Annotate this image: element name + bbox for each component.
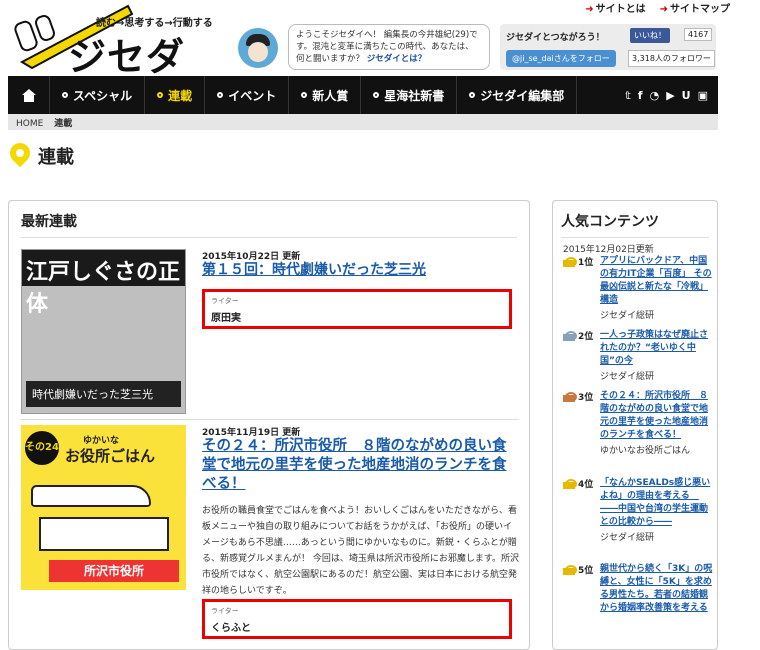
page-title-row: 連載 xyxy=(10,143,74,169)
latest-series-panel: 最新連載 江戸しぐさの正体 時代劇嫌いだった芝三光 2015年10月22日 更新… xyxy=(8,200,530,650)
nav-special[interactable]: スペシャル xyxy=(50,76,146,114)
nav-home[interactable] xyxy=(8,76,50,114)
site-logo[interactable]: 読む→思考する→行動する ジセダイ xyxy=(8,2,213,134)
editor-avatar xyxy=(238,28,278,68)
latest-series-heading: 最新連載 xyxy=(21,214,77,230)
ranking-title-link[interactable]: 「なんかSEALDs感じ悪いよね」の理由を考える ――中国や台湾の学生運動との比… xyxy=(600,477,713,529)
article-thumbnail[interactable]: 江戸しぐさの正体 時代劇嫌いだった芝三光 xyxy=(21,249,186,414)
note-icon[interactable]: ▣ xyxy=(698,89,708,102)
nav-editorial[interactable]: ジセダイ編集部 xyxy=(457,76,578,114)
popular-content-panel: 人気コンテンツ 2015年12月02日更新 1位 アプリにバックドア、中国の有力… xyxy=(552,200,718,650)
nav-seikaisha-shinsho[interactable]: 星海社新書 xyxy=(361,76,458,114)
crown-icon xyxy=(563,565,577,575)
nav-event[interactable]: イベント xyxy=(205,76,290,114)
breadcrumb-home[interactable]: HOME xyxy=(16,119,43,129)
main-nav: スペシャル 連載 イベント 新人賞 星海社新書 ジセダイ編集部 𝕥 f ◔ ▶ … xyxy=(8,76,718,114)
welcome-message: ようこそジセダイへ！ 編集長の今井雄紀(29)です。混沌と変革に満ちたこの時代、… xyxy=(288,24,490,70)
home-icon xyxy=(21,88,36,102)
ranking-item: 3位 その２４：所沢市役所 ８階のながめの良い食堂で地元の里芋を使った地産地消の… xyxy=(563,390,713,456)
sitemap-link[interactable]: ➜ サイトマップ xyxy=(660,0,732,15)
youtube-icon[interactable]: ▶ xyxy=(666,89,674,102)
popular-heading: 人気コンテンツ xyxy=(561,214,659,230)
ranking-item: 5位 親世代から続く「3K」の呪縛と、女性に「5K」を求める男性たち。若者の結婚… xyxy=(563,563,713,615)
ranking-title-link[interactable]: アプリにバックドア、中国の有力IT企業「百度」 その最凶伝説と新たな「冷戦」構造 xyxy=(600,255,713,307)
location-pin-icon xyxy=(10,143,30,169)
nav-newcomer-award[interactable]: 新人賞 xyxy=(289,76,362,114)
rss-icon[interactable]: ◔ xyxy=(650,89,660,102)
writer-name[interactable]: くらふと xyxy=(211,619,503,634)
article-card: 江戸しぐさの正体 時代劇嫌いだった芝三光 2015年10月22日 更新 第１５回… xyxy=(21,249,521,419)
crown-icon xyxy=(563,392,577,402)
twitter-follow-button[interactable]: @ji_se_daiさんをフォロー xyxy=(506,50,616,67)
like-count: 4167 xyxy=(684,28,713,41)
breadcrumb: HOME 連載 xyxy=(8,114,718,130)
ranking-title-link[interactable]: その２４：所沢市役所 ８階のながめの良い食堂で地元の里芋を使った地産地消のランチ… xyxy=(600,390,713,442)
writer-box: ライター 原田実 xyxy=(202,289,512,329)
facebook-icon[interactable]: f xyxy=(638,89,643,102)
article-title-link[interactable]: その２４：所沢市役所 ８階のながめの良い食堂で地元の里芋を使った地産地消のランチ… xyxy=(202,437,520,494)
twitter-icon[interactable]: 𝕥 xyxy=(625,89,631,102)
breadcrumb-current: 連載 xyxy=(54,119,73,129)
ranking-title-link[interactable]: 一人っ子政策はなぜ廃止されたのか？“老いゆく中国”の今 xyxy=(600,329,713,368)
about-jisedai-link[interactable]: ジセダイとは？ xyxy=(367,54,427,64)
follower-count: 3,318人のフォロワー xyxy=(628,50,715,67)
crown-icon xyxy=(563,257,577,267)
article-title-link[interactable]: 第１５回：時代劇嫌いだった芝三光 xyxy=(202,261,520,279)
ranking-item: 1位 アプリにバックドア、中国の有力IT企業「百度」 その最凶伝説と新たな「冷戦… xyxy=(563,255,713,321)
page-title: 連載 xyxy=(38,147,74,168)
ustream-icon[interactable]: U xyxy=(682,89,691,102)
crown-icon xyxy=(563,331,577,341)
ranking-item: 2位 一人っ子政策はなぜ廃止されたのか？“老いゆく中国”の今 ジセダイ総研 xyxy=(563,329,713,382)
article-thumbnail[interactable]: その24 ゆかいな お役所ごはん 所沢市役所 xyxy=(21,425,186,590)
facebook-like-button[interactable]: いいね！ xyxy=(630,28,670,43)
article-card: その24 ゆかいな お役所ごはん 所沢市役所 2015年11月19日 更新 その… xyxy=(21,425,521,645)
writer-box: ライター くらふと xyxy=(202,599,512,639)
social-box: ジセダイとつながろう！ いいね！ 4167 @ji_se_daiさんをフォロー … xyxy=(500,24,716,70)
ranking-item: 4位 「なんかSEALDs感じ悪いよね」の理由を考える ――中国や台湾の学生運動… xyxy=(563,477,713,543)
about-link[interactable]: ➜ サイトとは xyxy=(585,0,647,15)
top-links: ➜ サイトとは ➜ サイトマップ xyxy=(585,0,732,15)
social-title: ジセダイとつながろう！ xyxy=(506,33,605,43)
writer-name[interactable]: 原田実 xyxy=(211,309,503,324)
ranking-title-link[interactable]: 親世代から続く「3K」の呪縛と、女性に「5K」を求める男性たち。若者の結婚観から… xyxy=(600,563,713,615)
nav-series[interactable]: 連載 xyxy=(145,76,206,114)
article-excerpt: お役所の職員食堂でごはんを食べよう！おいしくごはんをいただきながら、看板メニュー… xyxy=(202,506,519,596)
crown-icon xyxy=(563,479,577,489)
nav-social-icons: 𝕥 f ◔ ▶ U ▣ xyxy=(625,89,718,102)
